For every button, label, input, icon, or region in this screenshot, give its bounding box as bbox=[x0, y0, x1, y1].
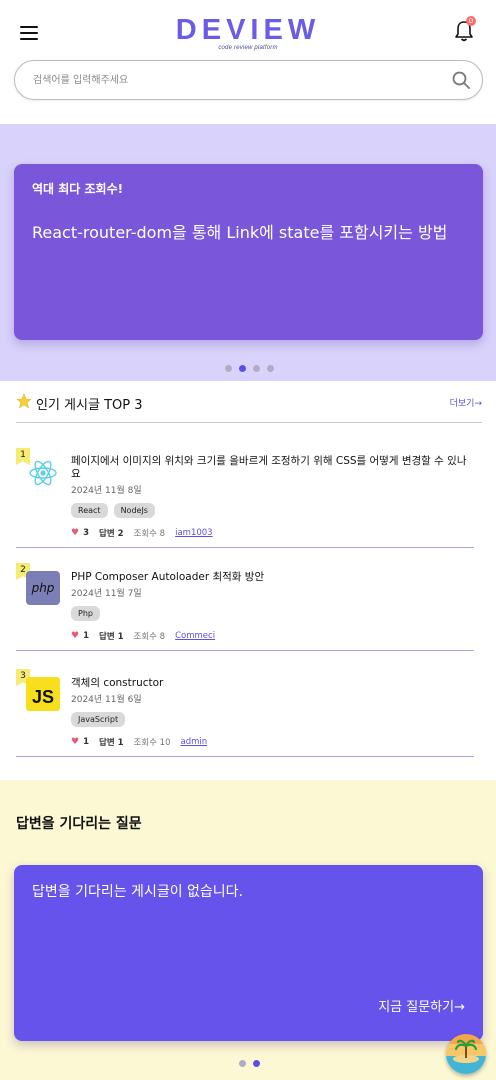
heart-icon: ♥ bbox=[71, 631, 80, 641]
hero-section: 역대 최다 조회수! React-router-dom을 통해 Link에 st… bbox=[0, 124, 496, 381]
carousel-dot-active[interactable] bbox=[239, 365, 246, 372]
tag-list: React NodeJs bbox=[71, 503, 471, 518]
tag[interactable]: React bbox=[71, 503, 108, 518]
search-bar bbox=[14, 60, 483, 100]
hero-label: 역대 최다 조회수! bbox=[32, 182, 124, 196]
react-icon bbox=[29, 460, 57, 486]
like-count: 1 bbox=[83, 737, 89, 747]
heart-icon: ♥ bbox=[71, 528, 80, 538]
post-item[interactable]: 3 JS 객체의 constructor 2024년 11월 6일 JavaSc… bbox=[16, 669, 474, 757]
carousel-dot-active[interactable] bbox=[253, 1060, 260, 1067]
javascript-icon: JS bbox=[26, 677, 60, 711]
answer-count: 답변 2 bbox=[99, 529, 124, 539]
waiting-title: 답변을 기다리는 질문 bbox=[16, 816, 142, 832]
post-date: 2024년 11월 8일 bbox=[71, 486, 142, 496]
search-input[interactable] bbox=[33, 61, 433, 99]
post-meta: ♥ 3 답변 2 조회수 8 iam1003 bbox=[71, 527, 471, 539]
svg-text:JS: JS bbox=[32, 687, 54, 707]
svg-text:php: php bbox=[31, 581, 55, 595]
waiting-section: 답변을 기다리는 질문 답변을 기다리는 게시글이 없습니다. 지금 질문하기→ bbox=[0, 780, 496, 1080]
tag[interactable]: NodeJs bbox=[113, 503, 155, 518]
post-body: PHP Composer Autoloader 최적화 방안 2024년 11월… bbox=[71, 571, 471, 642]
notification-badge: 0 bbox=[466, 16, 476, 26]
search-icon[interactable] bbox=[452, 71, 470, 89]
tag-list: Php bbox=[71, 606, 471, 621]
author-link[interactable]: iam1003 bbox=[175, 528, 212, 538]
post-title[interactable]: PHP Composer Autoloader 최적화 방안 bbox=[71, 571, 471, 584]
carousel-dot[interactable] bbox=[267, 365, 274, 372]
popular-header: 인기 게시글 TOP 3 더보기→ bbox=[16, 393, 482, 423]
hero-carousel-dots bbox=[225, 365, 274, 372]
view-count: 조회수 8 bbox=[133, 529, 166, 539]
author-link[interactable]: admin bbox=[181, 737, 208, 747]
logo[interactable]: DEVIEW code review platform bbox=[0, 14, 496, 51]
view-count: 조회수 8 bbox=[133, 632, 166, 642]
logo-text: DEVIEW bbox=[175, 14, 321, 46]
notification-button[interactable]: 0 bbox=[454, 16, 476, 42]
island-icon bbox=[446, 1034, 486, 1074]
post-meta: ♥ 1 답변 1 조회수 10 admin bbox=[71, 736, 471, 748]
post-title[interactable]: 객체의 constructor bbox=[71, 677, 471, 690]
star-icon bbox=[16, 393, 32, 409]
popular-section: 인기 게시글 TOP 3 더보기→ 1 페이지에서 이미지의 위치와 크기를 올… bbox=[0, 381, 496, 780]
like-count: 3 bbox=[83, 528, 89, 538]
author-link[interactable]: Commeci bbox=[175, 631, 215, 641]
logo-subtitle: code review platform bbox=[218, 45, 278, 51]
waiting-card: 답변을 기다리는 게시글이 없습니다. 지금 질문하기→ bbox=[14, 865, 483, 1041]
like-count: 1 bbox=[83, 631, 89, 641]
popular-title: 인기 게시글 TOP 3 bbox=[36, 398, 143, 413]
post-date: 2024년 11월 7일 bbox=[71, 589, 142, 599]
answer-count: 답변 1 bbox=[99, 632, 124, 642]
post-date: 2024년 11월 6일 bbox=[71, 695, 142, 705]
hero-card[interactable]: 역대 최다 조회수! React-router-dom을 통해 Link에 st… bbox=[14, 164, 483, 340]
post-item[interactable]: 1 페이지에서 이미지의 위치와 크기를 올바르게 조정하기 위해 CSS를 어… bbox=[16, 448, 474, 548]
post-meta: ♥ 1 답변 1 조회수 8 Commeci bbox=[71, 630, 471, 642]
floating-button[interactable] bbox=[446, 1034, 486, 1074]
hero-title: React-router-dom을 통해 Link에 state를 포함시키는 … bbox=[32, 223, 448, 242]
answer-count: 답변 1 bbox=[99, 738, 124, 748]
ask-question-link[interactable]: 지금 질문하기→ bbox=[378, 996, 465, 1015]
carousel-dot[interactable] bbox=[225, 365, 232, 372]
more-link[interactable]: 더보기→ bbox=[450, 396, 482, 409]
view-count: 조회수 10 bbox=[133, 738, 171, 748]
tag-list: JavaScript bbox=[71, 712, 471, 727]
waiting-carousel-dots bbox=[239, 1060, 260, 1067]
heart-icon: ♥ bbox=[71, 737, 80, 747]
empty-message: 답변을 기다리는 게시글이 없습니다. bbox=[32, 884, 243, 900]
post-body: 객체의 constructor 2024년 11월 6일 JavaScript … bbox=[71, 677, 471, 748]
header: DEVIEW code review platform 0 bbox=[0, 0, 496, 124]
carousel-dot[interactable] bbox=[253, 365, 260, 372]
post-item[interactable]: 2 php PHP Composer Autoloader 최적화 방안 202… bbox=[16, 563, 474, 651]
php-icon: php bbox=[26, 571, 60, 605]
post-body: 페이지에서 이미지의 위치와 크기를 올바르게 조정하기 위해 CSS를 어떻게… bbox=[71, 455, 471, 539]
tag[interactable]: Php bbox=[71, 606, 100, 621]
tag[interactable]: JavaScript bbox=[71, 712, 126, 727]
carousel-dot[interactable] bbox=[239, 1060, 246, 1067]
post-title[interactable]: 페이지에서 이미지의 위치와 크기를 올바르게 조정하기 위해 CSS를 어떻게… bbox=[71, 455, 471, 481]
